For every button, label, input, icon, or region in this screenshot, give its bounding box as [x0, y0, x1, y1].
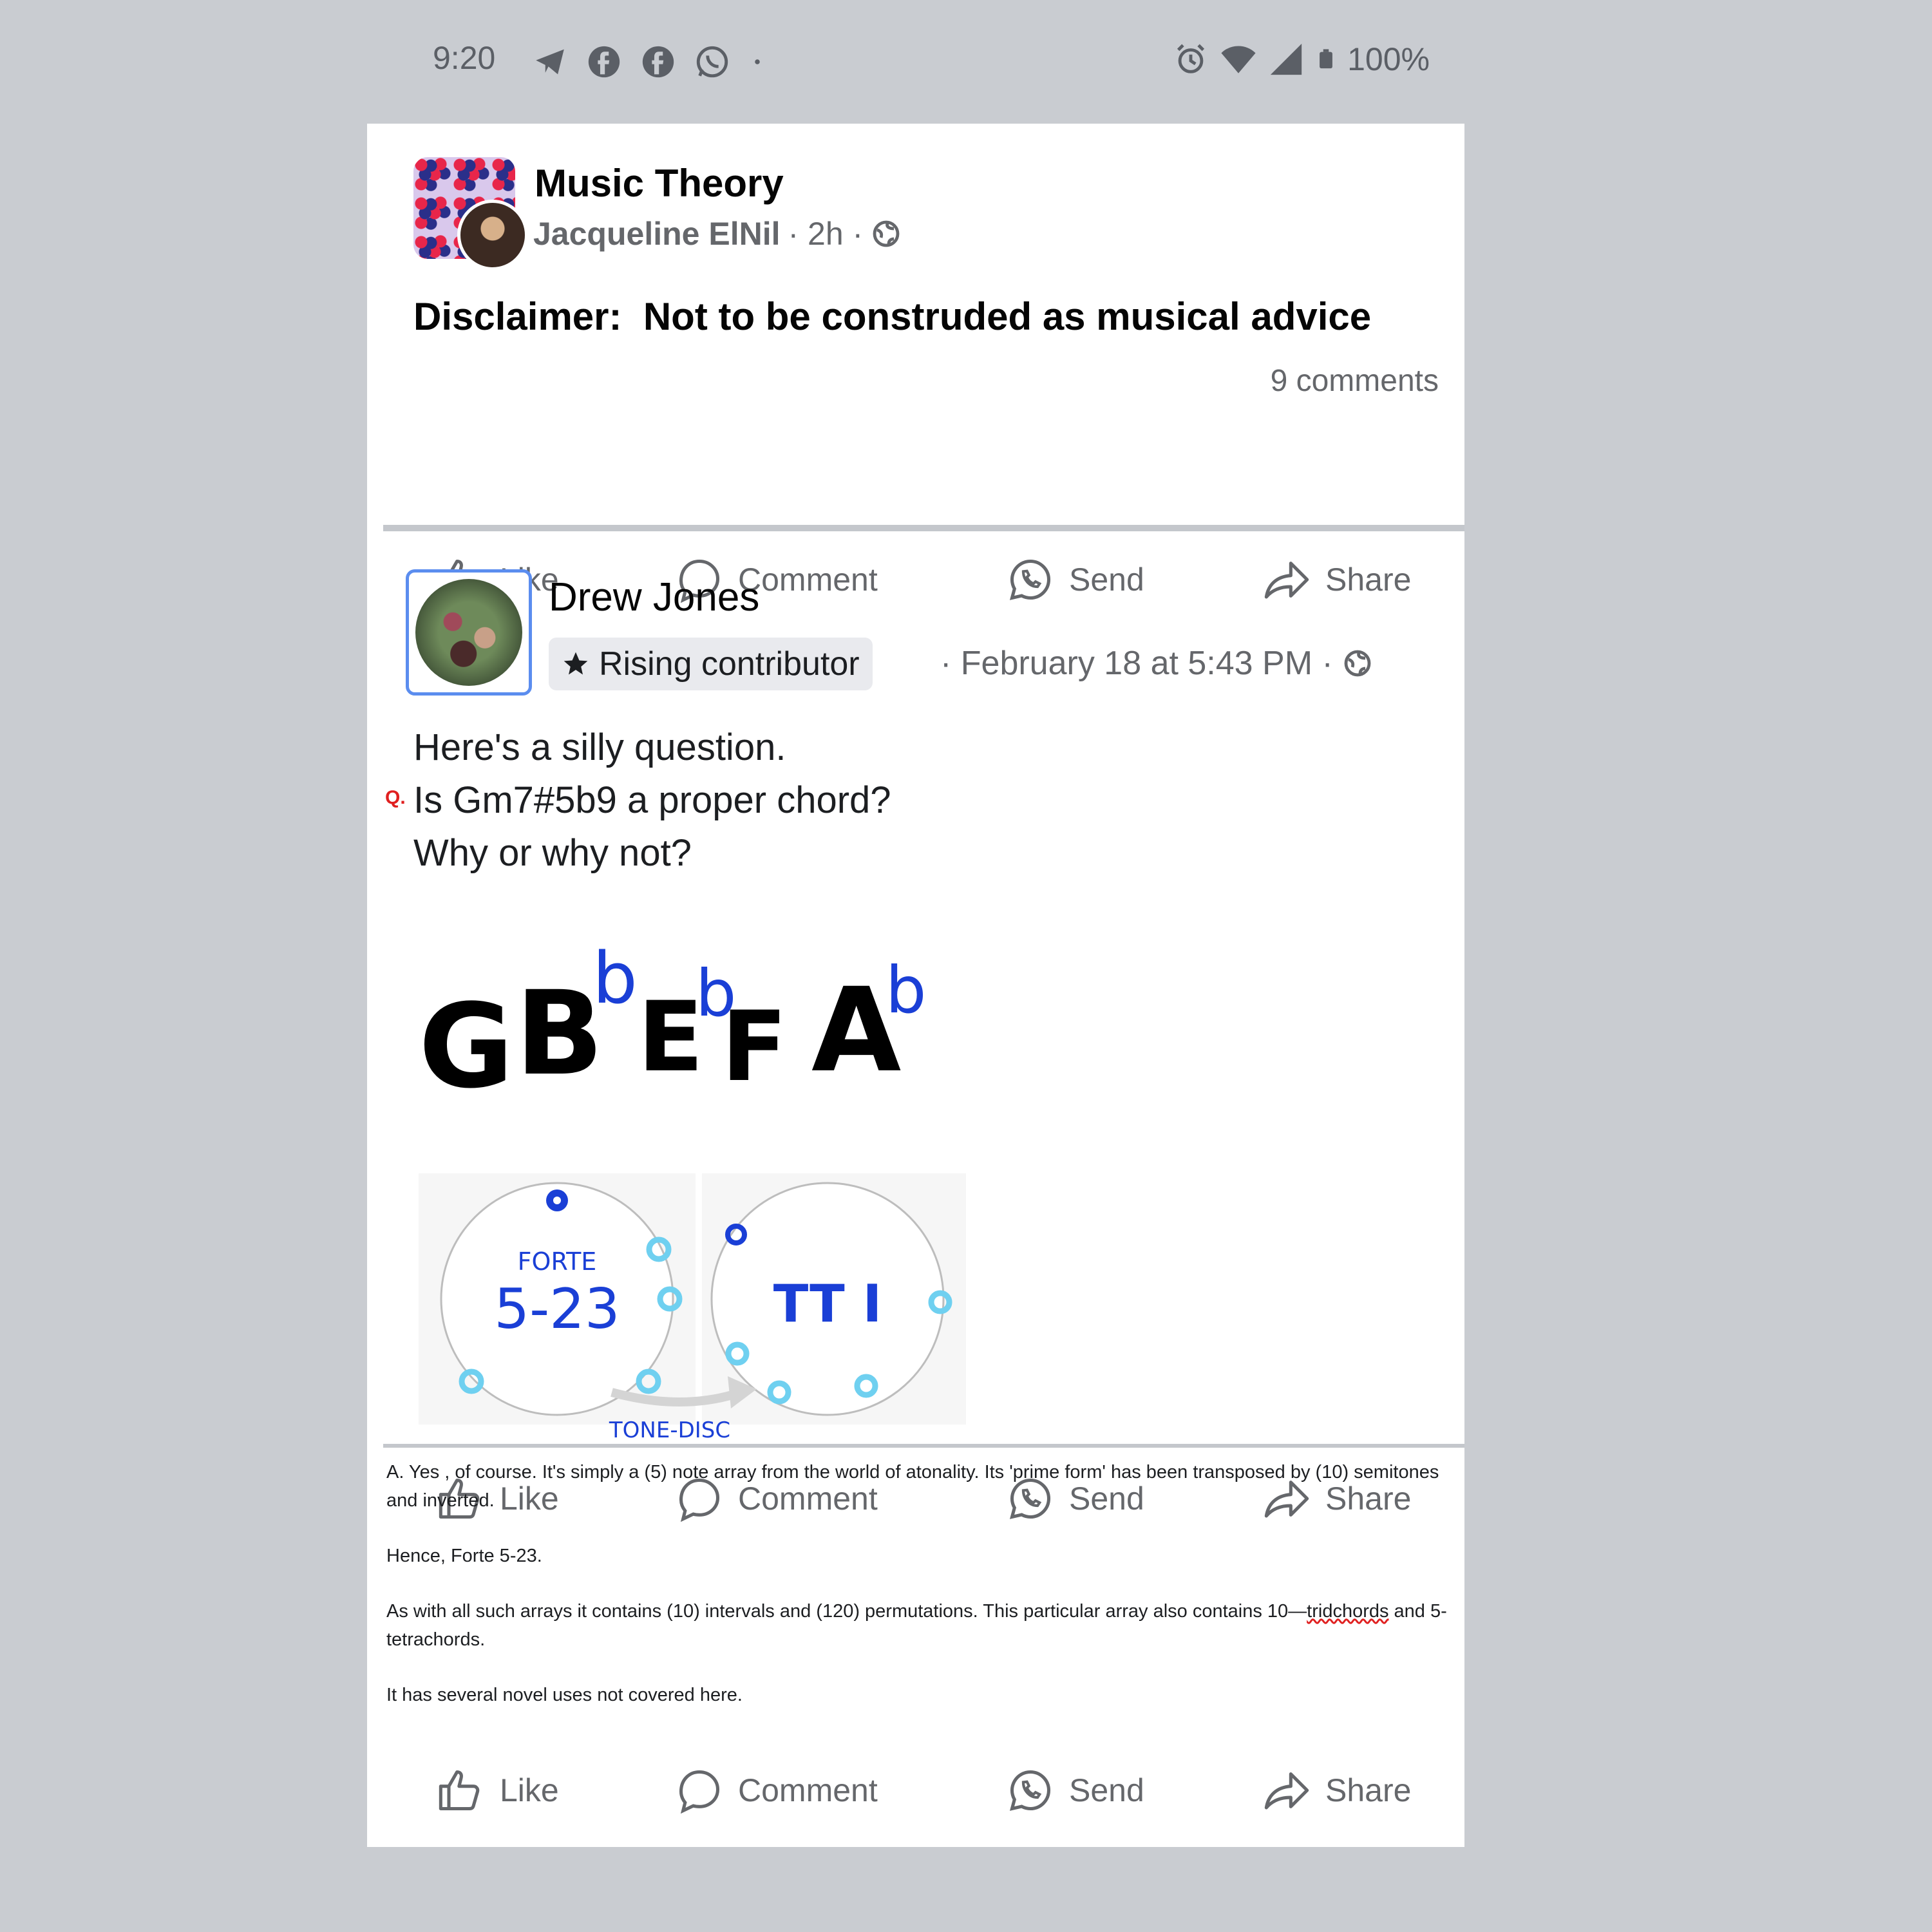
telegram-icon: [536, 49, 564, 75]
share-button[interactable]: Share: [1262, 555, 1411, 604]
answer-paragraph: A. Yes , of course. It's simply a (5) no…: [386, 1462, 1439, 1511]
share-label: Share: [1325, 1772, 1412, 1808]
share-button[interactable]: Share: [1262, 1766, 1411, 1815]
globe-icon: [1344, 650, 1371, 677]
like-button[interactable]: Like: [437, 1766, 559, 1815]
note-g: G: [419, 980, 514, 1114]
comment-button[interactable]: Comment: [675, 1766, 878, 1815]
like-label: Like: [500, 1772, 559, 1808]
alarm-icon: [1177, 44, 1205, 73]
whatsapp-icon: [1009, 559, 1050, 600]
forte-disc: FORTE 5-23: [419, 1173, 696, 1425]
send-label: Send: [1069, 1772, 1144, 1808]
share-label: Share: [1325, 562, 1412, 598]
send-button[interactable]: Send: [1006, 1766, 1144, 1815]
post2-time[interactable]: · February 18 at 5:43 PM ·: [940, 644, 1333, 683]
flat-b: b: [592, 937, 638, 1019]
author-avatar[interactable]: [457, 200, 528, 270]
status-time: 9:20: [433, 40, 496, 76]
flat-e: b: [696, 956, 736, 1031]
post2-line: Why or why not?: [413, 832, 692, 874]
answer-paragraph: It has several novel uses not covered he…: [386, 1685, 743, 1705]
send-label: Send: [1069, 562, 1144, 598]
note-b: B: [515, 967, 603, 1101]
tone-disc-caption: TONE-DISC: [609, 1417, 730, 1443]
dot-icon: [755, 59, 760, 64]
share-icon: [1264, 562, 1309, 599]
globe-icon: [873, 220, 900, 247]
answer-paragraph: Hence, Forte 5-23.: [386, 1546, 542, 1566]
flat-a: b: [886, 952, 926, 1028]
post2-text: Here's a silly question. Is Gm7#5b9 a pr…: [413, 721, 891, 880]
misspelled-word: tridchords: [1307, 1601, 1389, 1622]
battery-icon: [1320, 49, 1333, 69]
whatsapp-icon: [1009, 1770, 1050, 1811]
post2-line: Here's a silly question.: [413, 726, 786, 768]
post1-time: · 2h ·: [788, 216, 864, 252]
post2-avatar-frame[interactable]: [406, 569, 532, 696]
post1-author[interactable]: Jacqueline ElNil: [533, 215, 780, 252]
whatsapp-icon: [696, 46, 728, 78]
post2-line: Is Gm7#5b9 a proper chord?: [413, 779, 891, 821]
post1-meta: Jacqueline ElNil · 2h ·: [533, 215, 902, 252]
note-e: E: [638, 981, 703, 1094]
signal-icon: [1270, 43, 1302, 75]
post-divider: [383, 525, 1464, 531]
comments-count[interactable]: 9 comments: [1271, 363, 1439, 399]
action-bar: Like Comment Send Share: [367, 1753, 1464, 1824]
status-app-icons: [531, 43, 767, 80]
group-name[interactable]: Music Theory: [535, 161, 784, 205]
facebook-icon: [642, 46, 674, 78]
post2-author[interactable]: Drew Jones: [549, 574, 759, 620]
post1-text: Disclaimer: Not to be construded as musi…: [413, 295, 1372, 338]
feed-card: Music Theory Jacqueline ElNil · 2h · Dis…: [367, 124, 1464, 1847]
share-icon: [1264, 1772, 1309, 1810]
wifi-icon: [1221, 46, 1256, 73]
badge-label: Rising contributor: [599, 645, 860, 683]
comment-label: Comment: [738, 1772, 878, 1808]
chord-image[interactable]: G B E F A b b b FORTE 5-23 TT I TONE-DIS…: [406, 877, 985, 1457]
comment-icon: [679, 1770, 720, 1814]
star-icon: [564, 652, 588, 675]
forte-number: 5-23: [494, 1277, 620, 1341]
forte-label: FORTE: [518, 1247, 597, 1276]
status-bar: 9:20 100%: [425, 35, 1430, 87]
facebook-icon: [588, 46, 620, 78]
post2-avatar[interactable]: [415, 579, 522, 686]
answer-text: A. Yes , of course. It's simply a (5) no…: [386, 1458, 1449, 1736]
answer-paragraph: As with all such arrays it contains (10)…: [386, 1597, 1449, 1654]
question-marker: Q.: [385, 787, 406, 808]
thumbs-up-icon: [439, 1770, 480, 1811]
contributor-badge[interactable]: Rising contributor: [549, 638, 873, 690]
post2-meta: · February 18 at 5:43 PM ·: [940, 644, 1373, 683]
status-system-icons: 100%: [1172, 41, 1430, 78]
section-divider: [383, 1444, 1464, 1448]
tt-label: TT I: [773, 1274, 882, 1334]
send-button[interactable]: Send: [1006, 555, 1144, 604]
answer-text-part: As with all such arrays it contains (10)…: [386, 1601, 1307, 1622]
battery-level: 100%: [1347, 41, 1430, 77]
